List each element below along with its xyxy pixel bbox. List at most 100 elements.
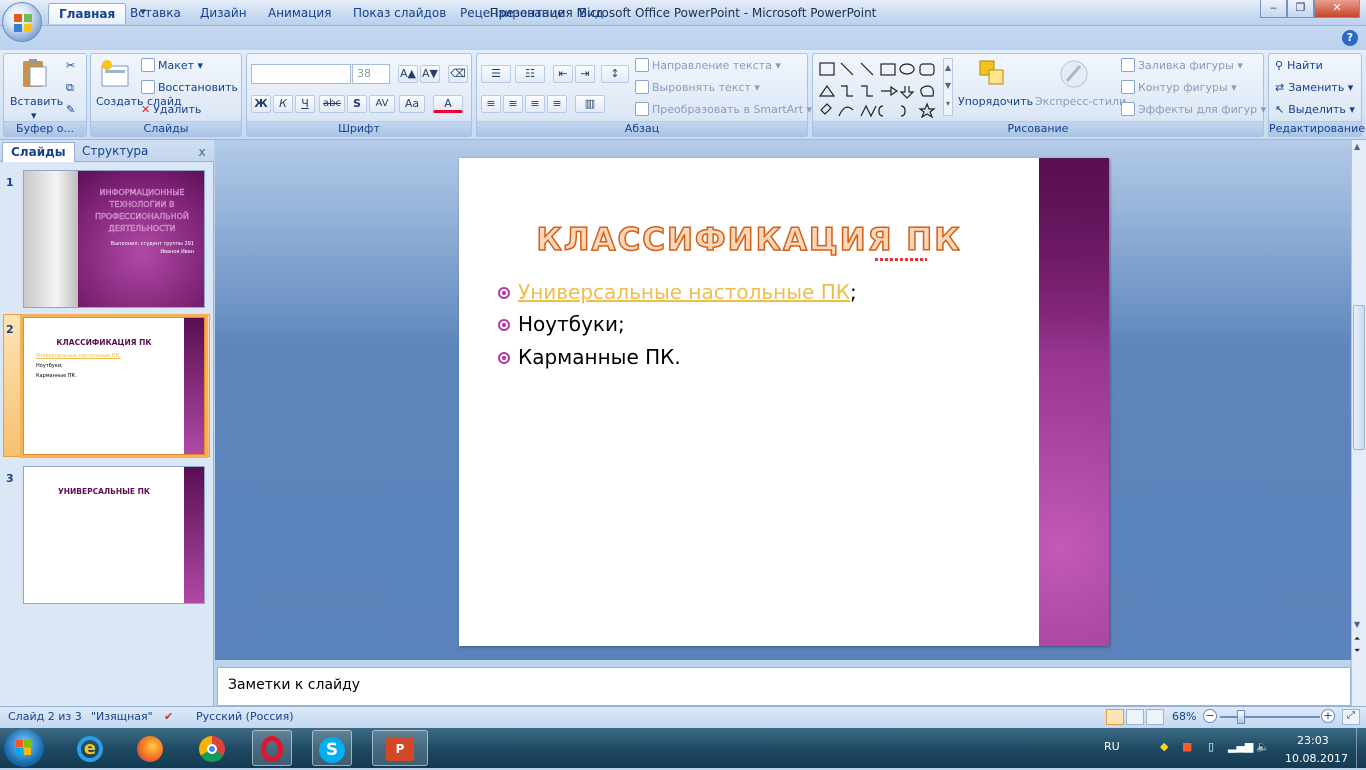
tab-animation[interactable]: Анимация: [258, 3, 341, 24]
shadow-button[interactable]: S: [347, 95, 367, 113]
powerpoint-taskbar-icon[interactable]: P: [372, 730, 428, 766]
tab-view[interactable]: Вид: [569, 3, 613, 24]
delete-slide-button[interactable]: ✕ Удалить: [141, 102, 201, 118]
tab-slides[interactable]: Слайды: [2, 142, 75, 162]
clock-time[interactable]: 23:03: [1297, 734, 1329, 747]
bullet-item-3[interactable]: Карманные ПК.: [518, 345, 681, 369]
zoom-level[interactable]: 68%: [1172, 710, 1196, 723]
reset-button[interactable]: Восстановить: [141, 80, 238, 96]
current-slide[interactable]: КЛАССИФИКАЦИЯ ПК Универсальные настольны…: [459, 158, 1109, 646]
align-text-button[interactable]: Выровнять текст ▾: [635, 80, 760, 96]
antivirus-icon[interactable]: ■: [1182, 740, 1192, 753]
columns-icon[interactable]: ▥: [575, 95, 605, 113]
shapes-gallery[interactable]: [817, 60, 945, 120]
skype-taskbar-icon[interactable]: S: [312, 730, 352, 766]
normal-view-icon[interactable]: [1106, 709, 1124, 725]
firefox-taskbar-icon[interactable]: [130, 730, 170, 766]
arrange-button[interactable]: Упорядочить: [958, 94, 1033, 110]
slide-thumbnail-1[interactable]: ИНФОРМАЦИОННЫЕ ТЕХНОЛОГИИ В ПРОФЕССИОНАЛ…: [23, 170, 205, 308]
decrease-indent-icon[interactable]: ⇤: [553, 65, 573, 83]
bullet-link[interactable]: Универсальные настольные ПК: [518, 280, 850, 304]
underline-button[interactable]: Ч: [295, 95, 315, 113]
replace-button[interactable]: ⇄ Заменить ▾: [1275, 80, 1353, 96]
spellcheck-icon[interactable]: ✔: [164, 710, 173, 723]
language-indicator[interactable]: Русский (Россия): [196, 710, 294, 723]
tab-slideshow[interactable]: Показ слайдов: [343, 3, 456, 24]
tab-insert[interactable]: Вставка: [120, 3, 191, 24]
vertical-scrollbar[interactable]: ▲ ▼ ⏶ ⏷: [1351, 140, 1366, 706]
scroll-down-icon[interactable]: ▼: [1354, 620, 1364, 629]
slide-title[interactable]: КЛАССИФИКАЦИЯ ПК: [459, 221, 1039, 259]
language-tray[interactable]: RU: [1104, 740, 1120, 753]
opera-taskbar-icon[interactable]: [252, 730, 292, 766]
find-button[interactable]: ⚲ Найти: [1275, 58, 1323, 74]
battery-icon[interactable]: ▯: [1208, 740, 1214, 753]
select-button[interactable]: ↖ Выделить ▾: [1275, 102, 1355, 118]
copy-icon[interactable]: ⧉: [66, 80, 74, 96]
clock-date[interactable]: 10.08.2017: [1285, 752, 1348, 765]
show-desktop-button[interactable]: [1356, 728, 1366, 768]
tab-design[interactable]: Дизайн: [190, 3, 257, 24]
tab-review[interactable]: Рецензирование: [450, 3, 575, 24]
clear-format-icon[interactable]: ⌫: [448, 65, 468, 83]
italic-button[interactable]: К: [273, 95, 293, 113]
grow-font-icon[interactable]: A▲: [398, 65, 418, 83]
bullets-icon[interactable]: ☰: [481, 65, 511, 83]
shape-outline-button[interactable]: Контур фигуры ▾: [1121, 80, 1237, 96]
zoom-in-icon[interactable]: +: [1321, 709, 1335, 723]
change-case-button[interactable]: Aa: [399, 95, 425, 113]
fit-to-window-icon[interactable]: ⤢: [1342, 709, 1360, 725]
zoom-slider[interactable]: [1220, 716, 1320, 718]
slide-thumbnail-2[interactable]: КЛАССИФИКАЦИЯ ПК Универсальные настольны…: [23, 317, 205, 455]
numbering-icon[interactable]: ☷: [515, 65, 545, 83]
tab-outline[interactable]: Структура: [74, 142, 156, 162]
align-center-icon[interactable]: ≡: [503, 95, 523, 113]
volume-icon[interactable]: 🔈: [1256, 740, 1270, 753]
bullet-item-2[interactable]: Ноутбуки;: [518, 312, 625, 336]
scroll-thumb[interactable]: [1353, 305, 1365, 450]
font-size-input[interactable]: 38: [352, 64, 390, 84]
start-button[interactable]: [4, 729, 44, 767]
smartart-button[interactable]: Преобразовать в SmartArt ▾: [635, 102, 812, 118]
theme-name[interactable]: "Изящная": [91, 710, 153, 723]
close-panel-icon[interactable]: x: [195, 145, 209, 159]
ie-taskbar-icon[interactable]: e: [70, 730, 110, 766]
paste-button[interactable]: Вставить: [10, 94, 63, 110]
justify-icon[interactable]: ≡: [547, 95, 567, 113]
cut-icon[interactable]: ✂: [66, 58, 75, 74]
next-slide-icon[interactable]: ⏷: [1354, 646, 1364, 656]
shape-effects-button[interactable]: Эффекты для фигур ▾: [1121, 102, 1266, 118]
office-button[interactable]: [2, 2, 42, 42]
increase-indent-icon[interactable]: ⇥: [575, 65, 595, 83]
tab-home[interactable]: Главная: [48, 3, 127, 24]
slide-sorter-icon[interactable]: [1126, 709, 1144, 725]
help-icon[interactable]: ?: [1342, 30, 1358, 46]
notes-placeholder[interactable]: Заметки к слайду: [228, 677, 360, 693]
format-painter-icon[interactable]: ✎: [66, 102, 75, 118]
chrome-taskbar-icon[interactable]: [192, 730, 232, 766]
notification-icon[interactable]: ◆: [1160, 740, 1168, 753]
slide-thumbnail-3[interactable]: УНИВЕРСАЛЬНЫЕ ПК: [23, 466, 205, 604]
zoom-slider-thumb[interactable]: [1237, 710, 1245, 724]
network-icon[interactable]: ▂▄▆: [1228, 740, 1253, 753]
quick-styles-button[interactable]: Экспресс-стили: [1035, 94, 1126, 110]
bold-button[interactable]: Ж: [251, 95, 271, 113]
shrink-font-icon[interactable]: A▼: [420, 65, 440, 83]
font-color-button[interactable]: A: [433, 95, 463, 113]
bullet-item-1[interactable]: Универсальные настольные ПК;: [518, 280, 857, 304]
layout-button[interactable]: Макет ▾: [141, 58, 203, 74]
close-button[interactable]: ✕: [1314, 0, 1360, 18]
scroll-up-icon[interactable]: ▲: [1354, 142, 1364, 151]
shapes-more-icon[interactable]: ▲ ▼ ▾: [943, 58, 953, 116]
text-direction-button[interactable]: Направление текста ▾: [635, 58, 781, 74]
char-spacing-button[interactable]: AV: [369, 95, 395, 113]
font-name-input[interactable]: [251, 64, 351, 84]
minimize-button[interactable]: ‒: [1260, 0, 1287, 18]
slideshow-view-icon[interactable]: [1146, 709, 1164, 725]
align-right-icon[interactable]: ≡: [525, 95, 545, 113]
line-spacing-icon[interactable]: ↕: [601, 65, 629, 83]
maximize-button[interactable]: ❐: [1287, 0, 1314, 18]
strikethrough-button[interactable]: abc: [319, 95, 345, 113]
shape-fill-button[interactable]: Заливка фигуры ▾: [1121, 58, 1243, 74]
align-left-icon[interactable]: ≡: [481, 95, 501, 113]
